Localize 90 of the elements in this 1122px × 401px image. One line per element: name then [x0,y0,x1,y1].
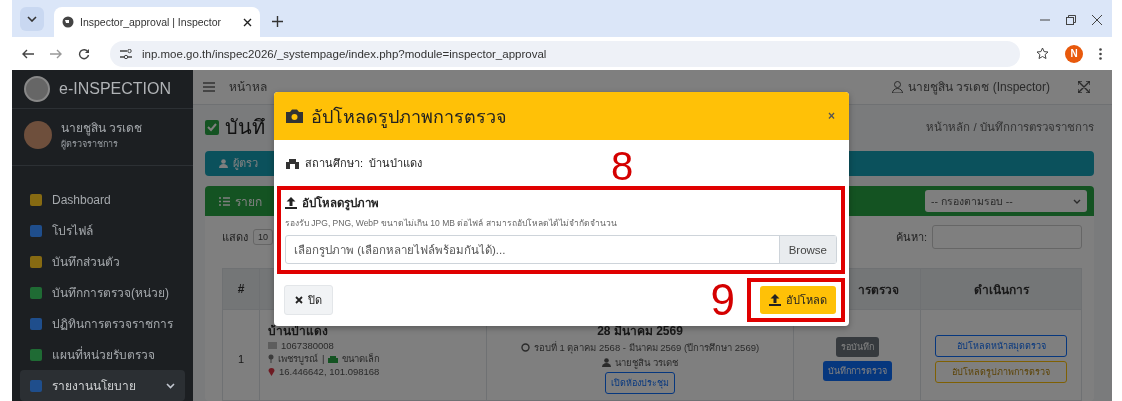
search-label: ค้นหา: [895,230,927,245]
square-icon [30,317,42,330]
round-text: รอบที่ 1 ตุลาคม 2568 - มีนาคม 2569 (ปีการศึกษา 2569) [533,340,760,355]
status-badge: รอบันทึก [835,336,879,357]
site-settings-icon [120,48,132,59]
clipboard-check-icon [205,118,219,136]
column-header: # [237,282,245,296]
more-menu-icon[interactable] [1099,47,1102,60]
file-input[interactable]: เลือกรูปภาพ (เลือกหลายไฟล์พร้อมกันได้)... Browse [285,235,837,264]
caret-icon [27,16,37,22]
address-bar[interactable]: inp.moe.go.th/inspec2026/_systempage/index.php?module=inspector_approval [110,40,1020,67]
card-title: รายก [235,193,262,211]
avatar [24,120,52,149]
page-size-dropdown[interactable]: 10 [253,229,273,245]
square-icon [30,379,42,392]
user-icon [602,358,612,367]
school-name: บ้านป่าแดง [268,324,328,338]
nav-link[interactable]: หน้าหล [229,77,267,97]
user-icon [891,80,903,93]
back-icon[interactable] [22,48,34,59]
camera-icon [286,109,303,123]
separator: | [322,353,325,364]
column-header: ารตรวจ [858,282,899,297]
coordinates: 16.446642, 101.098168 [279,366,380,377]
breadcrumb-current: บันทึกการตรวจราชการ [980,120,1094,133]
upload-button[interactable]: อัปโหลด [760,286,836,314]
user-icon [219,158,228,168]
chevron-down-icon [1073,198,1081,204]
pin-icon [268,354,274,363]
list-icon [219,196,230,206]
close-button[interactable]: × [828,109,835,123]
tab-list-button[interactable] [20,7,44,31]
fullscreen-icon[interactable] [1078,80,1090,93]
tab-title: Inspector_approval | Inspector [80,16,223,28]
square-icon [30,348,42,361]
forward-icon[interactable] [50,48,62,59]
chevron-down-icon [166,382,175,389]
sidebar-item[interactable]: บันทึกการตรวจ(หน่วย) [20,277,185,308]
square-icon [30,224,42,237]
info-bar-text: ผู้ตรว [233,156,258,172]
restore-icon[interactable] [1066,15,1076,25]
school-size: ขนาดเล็ก [342,352,381,366]
field-label: สถานศึกษา: [305,156,364,171]
table-cell: 1 [237,352,245,365]
user-name: นายชูสิน วรเดช [61,120,143,137]
upload-label: อัปโหลดรูปภาพ [302,195,379,212]
url-text: inp.moe.go.th/inspec2026/_systempage/index.php?module=inspector_approval [142,47,547,60]
column-header: ดำเนินการ [973,282,1029,297]
user-role: ผู้ตรวจราชการ [61,138,119,151]
search-field[interactable] [932,225,1082,249]
sidebar-item[interactable]: โปรไฟล์ [20,215,185,246]
sidebar-item[interactable]: Dashboard [20,184,185,215]
close-icon[interactable] [243,17,252,27]
upload-icon [769,294,781,306]
step-number: 9 [710,277,735,323]
globe-icon [62,16,74,28]
school-icon [328,354,339,363]
square-icon [30,286,42,299]
logo [24,76,50,102]
modal-title: อัปโหลดรูปภาพการตรวจ [311,105,508,130]
close-icon[interactable] [1092,15,1102,25]
close-modal-button[interactable]: ปิด [284,285,333,315]
plus-icon[interactable] [272,16,283,27]
square-icon [30,255,42,268]
upload-icon [285,197,297,209]
sidebar-item[interactable]: บันทึกส่วนตัว [20,246,185,277]
profile-avatar[interactable]: N [1065,44,1083,63]
sidebar-item[interactable]: รายงานนโยบาย [20,370,185,401]
province: เพชรบูรณ์ [278,352,318,366]
filter-dropdown[interactable]: -- กรองตามรอบ -- [925,190,1087,212]
step-number: 8 [611,144,634,188]
school-code: 1067380008 [281,340,334,351]
breadcrumb-separator: / [973,120,977,133]
sidebar-item[interactable]: แผนที่หน่วยรับตรวจ [20,339,185,370]
inspection-date: 28 มีนาคม 2569 [597,324,683,338]
school-icon [286,157,299,169]
page-title: บันทึ [225,114,265,140]
brand-name: e-INSPECTION [59,80,171,98]
close-icon [295,296,303,304]
location-icon [268,367,275,376]
browser-tab[interactable]: Inspector_approval | Inspector [54,7,260,37]
star-icon[interactable] [1036,47,1049,60]
user-menu[interactable]: นายชูสิน วรเดช (Inspector) [907,77,1050,97]
square-icon [30,193,42,206]
inspector-name: นายชูสิน วรเดช [615,356,678,370]
show-label: แสดง [222,230,248,245]
school-name: บ้านป่าแดง [369,156,423,171]
upload-hint: รองรับ JPG, PNG, WebP ขนาดไม่เกิน 10 MB ต่อไฟล์ สามารถอัปโหลดได้ไม่จำกัดจำนวน [285,217,618,228]
sidebar-item[interactable]: ปฏิทินการตรวจราชการ [20,308,185,339]
reload-icon[interactable] [78,47,90,60]
